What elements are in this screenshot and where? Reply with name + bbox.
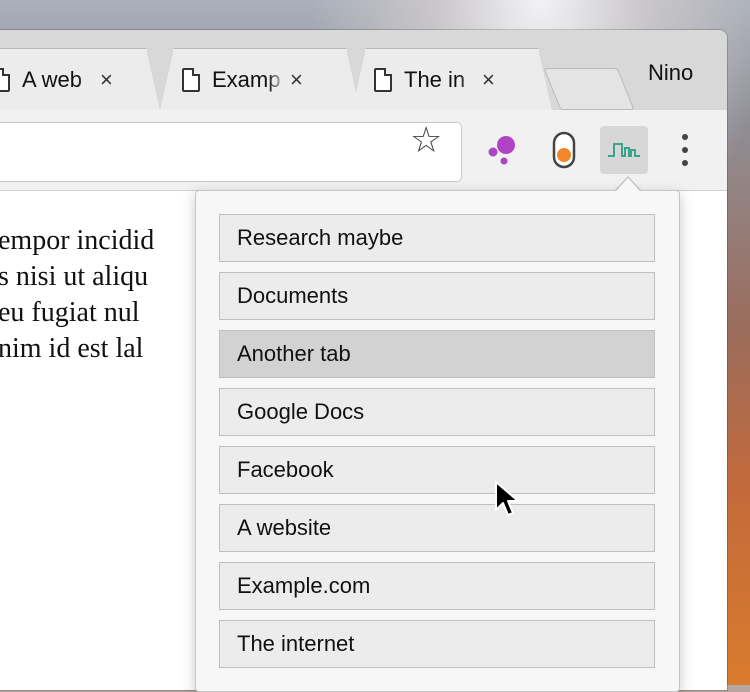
address-bar[interactable] [0, 122, 462, 182]
list-item-facebook[interactable]: Facebook [219, 446, 655, 494]
text-line: s nisi ut aliqu [0, 261, 149, 292]
document-icon [0, 68, 10, 92]
list-item-example-com[interactable]: Example.com [219, 562, 655, 610]
tab-close-icon[interactable]: × [482, 67, 495, 93]
popup-arrow-fill [616, 178, 640, 191]
tab-close-icon[interactable]: × [100, 67, 113, 93]
text-line: eu fugiat nul [0, 297, 140, 328]
document-icon [374, 68, 392, 92]
tab-example[interactable]: Examp × [160, 48, 360, 111]
extension-popup: Research maybe Documents Another tab Goo… [195, 190, 680, 692]
tab-list: Research maybe Documents Another tab Goo… [219, 214, 655, 678]
document-icon [182, 68, 200, 92]
tab-title: Examp [212, 67, 281, 92]
mouse-pointer-icon [495, 481, 519, 516]
tab-close-icon[interactable]: × [290, 67, 303, 93]
orange-toggle-extension-icon[interactable] [540, 126, 588, 174]
new-tab-button[interactable] [543, 68, 635, 110]
list-item-documents[interactable]: Documents [219, 272, 655, 320]
bookmark-star-icon[interactable]: ☆ [410, 122, 442, 158]
purple-dots-extension-icon[interactable] [478, 126, 526, 174]
text-line: empor incidid [0, 225, 155, 256]
list-item-a-website[interactable]: A website [219, 504, 655, 552]
tab-lister-extension-icon[interactable] [600, 126, 648, 174]
text-line: nim id est lal [0, 333, 144, 364]
tab-strip: A web × Examp × The in × Nino [0, 30, 727, 110]
list-item-google-docs[interactable]: Google Docs [219, 388, 655, 436]
list-item-another-tab[interactable]: Another tab [219, 330, 655, 378]
list-item-research-maybe[interactable]: Research maybe [219, 214, 655, 262]
tab-title: The in [404, 67, 466, 92]
list-item-the-internet[interactable]: The internet [219, 620, 655, 668]
body-text: empor incidid s nisi ut aliqu eu fugiat … [0, 223, 154, 367]
profile-name[interactable]: Nino [648, 60, 693, 86]
tab-title: A web [22, 67, 82, 92]
tab-a-website[interactable]: A web × [0, 48, 160, 111]
tab-the-internet[interactable]: The in × [352, 48, 552, 111]
browser-menu-icon[interactable] [670, 128, 700, 172]
